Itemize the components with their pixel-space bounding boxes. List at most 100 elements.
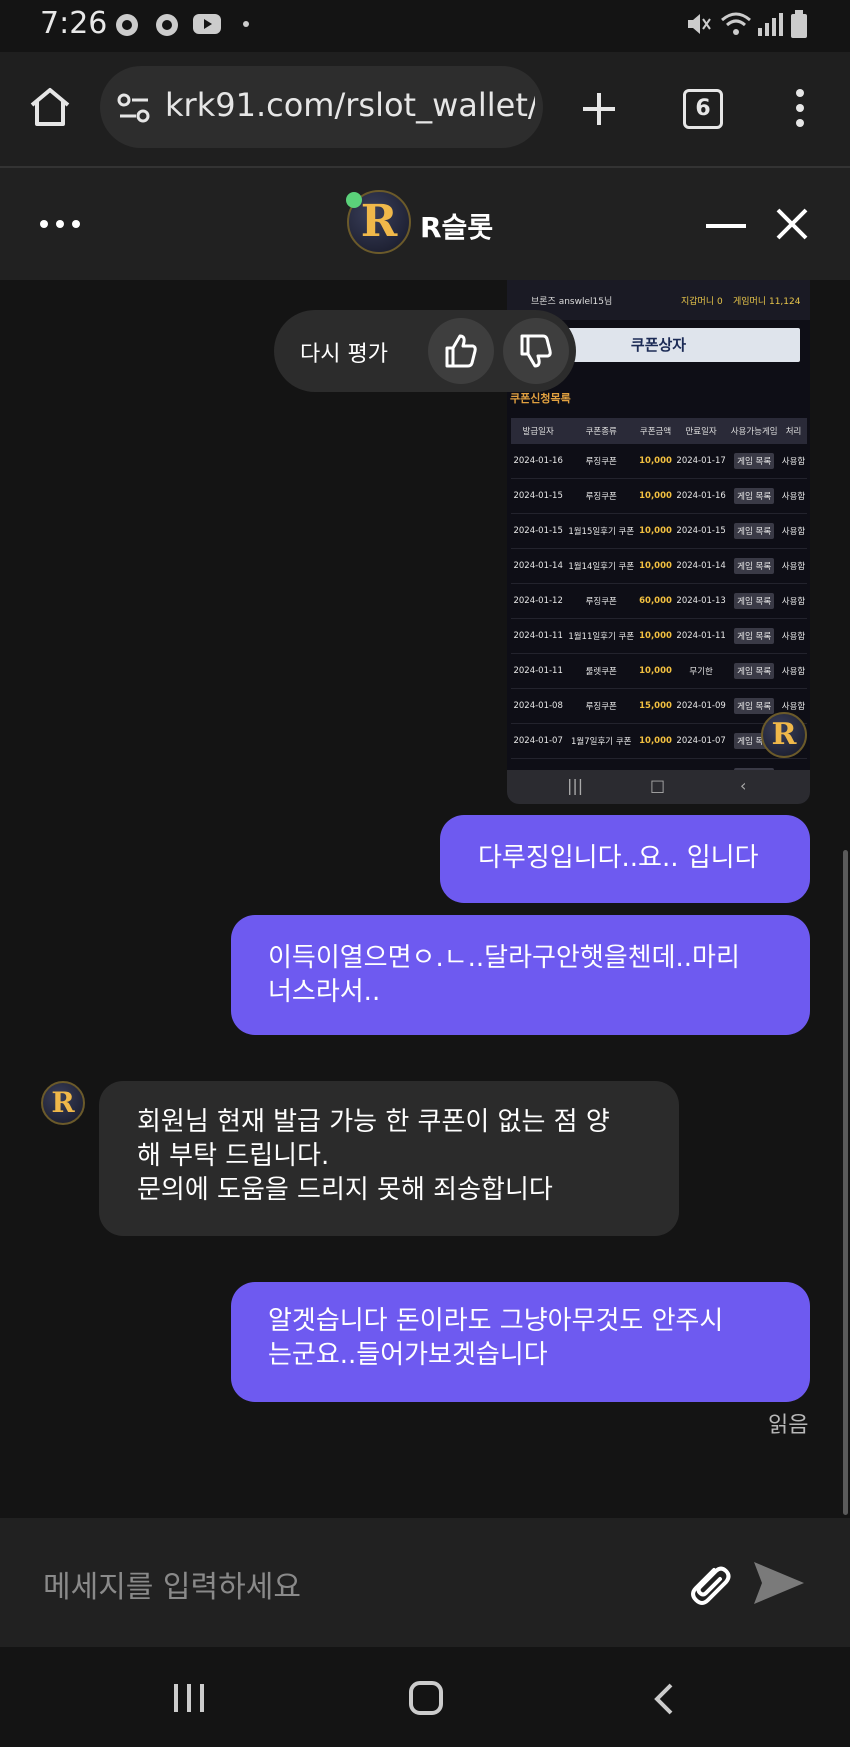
logo-watermark: R	[761, 712, 807, 758]
table-cell: 게임 목록	[728, 583, 781, 619]
home-nav-icon[interactable]	[408, 1680, 444, 1716]
table-cell: 2024-01-14	[673, 548, 729, 584]
game-select: 게임 목록	[734, 453, 775, 469]
tab-switcher-button[interactable]: 6	[683, 89, 723, 129]
table-cell: 15,000	[637, 688, 674, 724]
close-icon[interactable]	[774, 206, 810, 242]
thumbs-up-icon	[445, 334, 477, 368]
scrollbar[interactable]	[843, 850, 848, 1515]
table-cell: 2024-01-15	[673, 513, 729, 549]
table-cell: 2024-01-13	[673, 583, 729, 619]
game-select: 게임 목록	[734, 628, 775, 644]
table-cell: 2024-01-16	[511, 444, 566, 479]
user-message: 알겟습니다 돈이라도 그냥아무것도 안주시 는군요..들어가보겟습니다	[231, 1282, 810, 1402]
mute-icon	[688, 14, 711, 34]
table-cell: 60,000	[637, 583, 674, 619]
back-icon[interactable]	[653, 1682, 675, 1716]
message-input-bar: 메세지를 입력하세요	[0, 1518, 850, 1647]
table-row: 2024-01-16 루징쿠폰 10,000 2024-01-17 게임 목록 사용함	[511, 444, 807, 479]
table-row: 2024-01-15 1월15일후기 쿠폰 10,000 2024-01-15 게임 목…	[511, 513, 807, 549]
table-cell: 사용함	[780, 513, 807, 549]
table-cell: 1월15일후기 쿠폰	[565, 513, 638, 549]
table-cell: 루징쿠폰	[565, 583, 638, 619]
game-select: 게임 목록	[734, 523, 775, 539]
table-cell: 10,000	[637, 723, 674, 759]
table-cell: 게임 목록	[728, 478, 781, 514]
chat-header: R R슬롯	[0, 168, 850, 280]
table-cell: 1월11일후기 쿠폰	[565, 618, 638, 654]
game-select: 게임 목록	[734, 593, 775, 609]
table-cell: 1월14일후기 쿠폰	[565, 548, 638, 584]
table-cell: 루징쿠폰	[565, 688, 638, 724]
table-cell: 2024-01-11	[511, 618, 566, 654]
table-cell: 사용함	[780, 618, 807, 654]
game-select: 게임 목록	[734, 488, 775, 504]
status-bar: 7:26	[0, 0, 850, 52]
game-select: 게임 목록	[734, 698, 775, 714]
rate-again-label: 다시 평가	[300, 342, 388, 367]
table-cell: 10,000	[637, 478, 674, 514]
thumbs-down-button[interactable]	[503, 318, 569, 384]
recent-apps-icon[interactable]	[172, 1682, 206, 1714]
table-cell: 게임 목록	[728, 513, 781, 549]
send-icon[interactable]	[752, 1558, 806, 1608]
more-options-icon[interactable]	[38, 218, 82, 230]
table-cell: 2024-01-07	[511, 723, 566, 759]
bot-message: 회원님 현재 발급 가능 한 쿠폰이 없는 점 양 해 부탁 드립니다. 문의에…	[99, 1081, 679, 1236]
online-indicator	[346, 192, 362, 208]
table-cell: 10,000	[637, 653, 674, 689]
table-cell: 게임 목록	[728, 618, 781, 654]
table-cell: 2024-01-14	[511, 548, 566, 584]
table-header-cell: 발급일자	[511, 418, 566, 444]
user-message: 이득이열으면ㅇ.ㄴ..달라구안햇을첸데..마리 너스라서..	[231, 915, 810, 1035]
table-cell: 10,000	[637, 444, 674, 479]
new-tab-icon[interactable]	[580, 90, 618, 128]
home-icon[interactable]	[28, 85, 72, 129]
read-receipt: 읽음	[768, 1413, 809, 1438]
table-cell: 2024-01-15	[511, 513, 566, 549]
table-cell: 사용함	[780, 444, 807, 479]
table-cell: 10,000	[637, 618, 674, 654]
message-input[interactable]: 메세지를 입력하세요	[43, 1562, 301, 1606]
bot-avatar: R	[41, 1081, 85, 1125]
status-time: 7:26	[40, 6, 108, 41]
chrome-icon	[156, 14, 178, 36]
menu-icon[interactable]	[790, 88, 810, 128]
table-row: 2024-01-14 1월14일후기 쿠폰 10,000 2024-01-14 게임 목…	[511, 548, 807, 584]
table-cell: 10,000	[637, 548, 674, 584]
table-cell: 게임 목록	[728, 548, 781, 584]
table-row: 2024-01-15 루징쿠폰 10,000 2024-01-16 게임 목록 사용함	[511, 478, 807, 514]
table-row: 2024-01-12 루징쿠폰 60,000 2024-01-13 게임 목록 사용함	[511, 583, 807, 619]
table-header-cell: 쿠폰금액	[637, 418, 674, 444]
chat-title: R슬롯	[420, 211, 494, 244]
youtube-icon	[193, 14, 221, 34]
minimize-icon[interactable]	[706, 222, 746, 230]
thumbs-up-button[interactable]	[428, 318, 494, 384]
table-cell: 10,000	[637, 513, 674, 549]
table-row: 2024-01-11 1월11일후기 쿠폰 10,000 2024-01-11 게임 목…	[511, 618, 807, 654]
table-cell: 사용함	[780, 478, 807, 514]
screenshot-navbar: ||| □ ‹	[507, 770, 810, 804]
address-bar[interactable]: krk91.com/rslot_wallet/r	[100, 66, 543, 148]
table-cell: 사용함	[780, 653, 807, 689]
url-text[interactable]: krk91.com/rslot_wallet/r	[165, 86, 535, 124]
table-header-cell: 사용가능게임	[728, 418, 781, 444]
table-cell: 2024-01-08	[511, 688, 566, 724]
thumbs-down-icon	[520, 334, 552, 368]
attach-icon[interactable]	[684, 1560, 732, 1608]
table-header-cell: 만료일자	[673, 418, 729, 444]
table-header-cell: 쿠폰종류	[565, 418, 638, 444]
table-cell: 2024-01-09	[673, 688, 729, 724]
table-cell: 2024-01-11	[511, 653, 566, 689]
table-cell: 루징쿠폰	[565, 478, 638, 514]
browser-toolbar: krk91.com/rslot_wallet/r 6	[0, 52, 850, 168]
table-cell: 1월7일후기 쿠폰	[565, 723, 638, 759]
table-cell: 게임 목록	[728, 444, 781, 479]
wifi-icon	[721, 12, 751, 35]
site-settings-icon[interactable]	[116, 90, 152, 126]
game-select: 게임 목록	[734, 558, 775, 574]
game-select: 게임 목록	[734, 663, 775, 679]
system-nav-bar	[0, 1647, 850, 1747]
table-cell: 2024-01-07	[673, 723, 729, 759]
table-cell: 2024-01-11	[673, 618, 729, 654]
